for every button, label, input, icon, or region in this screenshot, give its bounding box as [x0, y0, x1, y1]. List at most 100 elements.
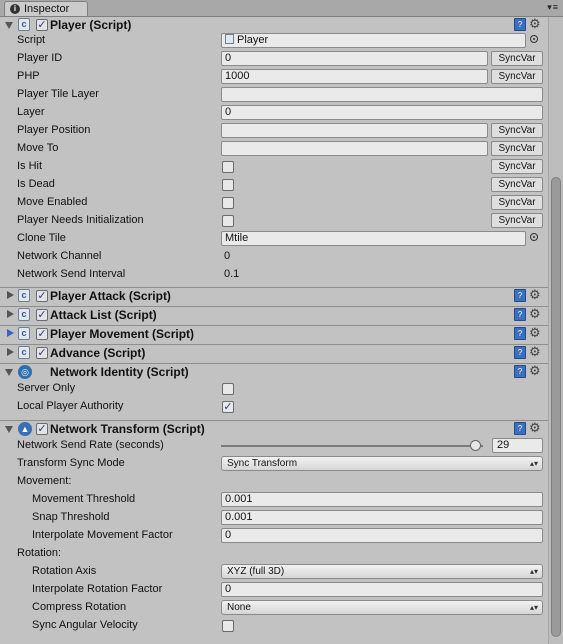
movement-header-row: Movement:: [0, 473, 548, 491]
field-label: Local Player Authority: [17, 400, 124, 412]
player-movement-header[interactable]: c ✓ Player Movement (Script) ? ⚙: [0, 325, 548, 343]
inspector-tab[interactable]: i Inspector: [4, 1, 88, 16]
php-field[interactable]: 1000: [221, 69, 488, 84]
help-book-icon[interactable]: ?: [514, 422, 526, 435]
foldout-closed-icon[interactable]: [7, 291, 14, 299]
object-picker-icon[interactable]: [530, 233, 538, 241]
field-label: Rotation Axis: [32, 565, 97, 577]
player-id-field[interactable]: 0: [221, 51, 488, 66]
player-script-enabled-checkbox[interactable]: ✓: [36, 19, 48, 31]
move-to-field[interactable]: [221, 141, 488, 156]
component-enabled-checkbox[interactable]: ✓: [36, 347, 48, 359]
clone-tile-field[interactable]: Mtile: [221, 231, 526, 246]
server-only-checkbox[interactable]: [222, 383, 234, 395]
advance-header[interactable]: c ✓ Advance (Script) ? ⚙: [0, 344, 548, 362]
field-label: Transform Sync Mode: [17, 457, 125, 469]
field-label: Player Needs Initialization: [17, 214, 144, 226]
field-label: Sync Angular Velocity: [32, 619, 138, 631]
dropdown-arrows-icon: ▴▾: [529, 459, 538, 468]
is-dead-checkbox[interactable]: [222, 179, 234, 191]
gear-icon[interactable]: ⚙: [529, 363, 541, 379]
inspector-tab-bar: i Inspector ▾≡: [0, 0, 563, 17]
field-label: Player Tile Layer: [17, 88, 99, 100]
move-enabled-checkbox[interactable]: [222, 197, 234, 209]
interp-rotation-field[interactable]: 0: [221, 582, 543, 597]
field-label: Server Only: [17, 382, 76, 394]
foldout-closed-icon[interactable]: [7, 310, 14, 318]
gear-icon[interactable]: ⚙: [529, 17, 541, 32]
vertical-scrollbar[interactable]: [548, 17, 563, 644]
csharp-script-icon: c: [18, 289, 30, 302]
help-book-icon[interactable]: ?: [514, 365, 526, 378]
foldout-closed-icon[interactable]: [7, 329, 14, 337]
send-rate-slider-knob[interactable]: [470, 440, 482, 451]
compress-rotation-row: Compress Rotation None ▴▾: [0, 599, 548, 617]
object-picker-icon[interactable]: [530, 35, 538, 43]
movement-threshold-field[interactable]: 0.001: [221, 492, 543, 507]
syncvar-badge: SyncVar: [491, 141, 543, 156]
gear-icon[interactable]: ⚙: [529, 306, 541, 322]
help-book-icon[interactable]: ?: [514, 308, 526, 321]
scrollbar-thumb[interactable]: [551, 177, 561, 637]
attack-list-header[interactable]: c ✓ Attack List (Script) ? ⚙: [0, 306, 548, 324]
layer-field[interactable]: 0: [221, 105, 543, 120]
player-needs-init-checkbox[interactable]: [222, 215, 234, 227]
script-object-field[interactable]: Player: [221, 33, 526, 48]
field-label: Compress Rotation: [32, 601, 127, 613]
snap-threshold-field[interactable]: 0.001: [221, 510, 543, 525]
component-title: Network Transform (Script): [50, 422, 205, 436]
foldout-open-icon[interactable]: [5, 22, 13, 29]
component-enabled-checkbox[interactable]: ✓: [36, 328, 48, 340]
tab-menu-icon[interactable]: ▾≡: [547, 2, 559, 13]
clone-tile-row: Clone Tile Mtile: [0, 230, 548, 248]
syncvar-badge: SyncVar: [491, 159, 543, 174]
network-identity-header[interactable]: ◎ Network Identity (Script) ? ⚙: [0, 363, 548, 381]
foldout-open-icon[interactable]: [5, 426, 13, 433]
component-enabled-checkbox[interactable]: ✓: [36, 309, 48, 321]
foldout-open-icon[interactable]: [5, 369, 13, 376]
component-title: Player (Script): [50, 18, 132, 32]
help-book-icon[interactable]: ?: [514, 327, 526, 340]
network-send-interval-row: Network Send Interval 0.1: [0, 266, 548, 284]
rotation-axis-dropdown[interactable]: XYZ (full 3D) ▴▾: [221, 564, 543, 579]
inspector-content: c ✓ Player (Script) ? ⚙ Script Player Pla…: [0, 17, 548, 644]
interp-movement-row: Interpolate Movement Factor 0: [0, 527, 548, 545]
help-book-icon[interactable]: ?: [514, 346, 526, 359]
foldout-closed-icon[interactable]: [7, 348, 14, 356]
syncvar-badge: SyncVar: [491, 69, 543, 84]
gear-icon[interactable]: ⚙: [529, 420, 541, 436]
player-tile-layer-field[interactable]: [221, 87, 543, 102]
field-label: Player Position: [17, 124, 91, 136]
player-id-row: Player ID 0 SyncVar: [0, 50, 548, 68]
player-position-field[interactable]: [221, 123, 488, 138]
is-hit-checkbox[interactable]: [222, 161, 234, 173]
gear-icon[interactable]: ⚙: [529, 287, 541, 303]
field-label: PHP: [17, 70, 40, 82]
field-label: Movement Threshold: [32, 493, 136, 505]
field-label: Interpolate Rotation Factor: [32, 583, 163, 595]
help-book-icon[interactable]: ?: [514, 289, 526, 302]
gear-icon[interactable]: ⚙: [529, 325, 541, 341]
interp-movement-field[interactable]: 0: [221, 528, 543, 543]
player-attack-header[interactable]: c ✓ Player Attack (Script) ? ⚙: [0, 287, 548, 305]
php-row: PHP 1000 SyncVar: [0, 68, 548, 86]
component-title: Player Attack (Script): [50, 289, 171, 303]
component-enabled-checkbox[interactable]: ✓: [36, 290, 48, 302]
move-to-row: Move To SyncVar: [0, 140, 548, 158]
movement-threshold-row: Movement Threshold 0.001: [0, 491, 548, 509]
compress-rotation-dropdown[interactable]: None ▴▾: [221, 600, 543, 615]
component-title: Attack List (Script): [50, 308, 157, 322]
syncvar-badge: SyncVar: [491, 213, 543, 228]
layer-row: Layer 0: [0, 104, 548, 122]
component-enabled-checkbox[interactable]: ✓: [36, 423, 48, 435]
sync-angular-checkbox[interactable]: [222, 620, 234, 632]
component-title: Player Movement (Script): [50, 327, 195, 341]
fingerprint-icon: ◎: [18, 365, 32, 379]
local-player-authority-checkbox[interactable]: ✓: [222, 401, 234, 413]
gear-icon[interactable]: ⚙: [529, 344, 541, 360]
help-book-icon[interactable]: ?: [514, 18, 526, 31]
send-rate-slider-track[interactable]: [221, 445, 483, 447]
network-transform-header[interactable]: ▲ ✓ Network Transform (Script) ? ⚙: [0, 420, 548, 438]
sync-mode-dropdown[interactable]: Sync Transform ▴▾: [221, 456, 543, 471]
send-rate-field[interactable]: 29: [492, 438, 543, 453]
